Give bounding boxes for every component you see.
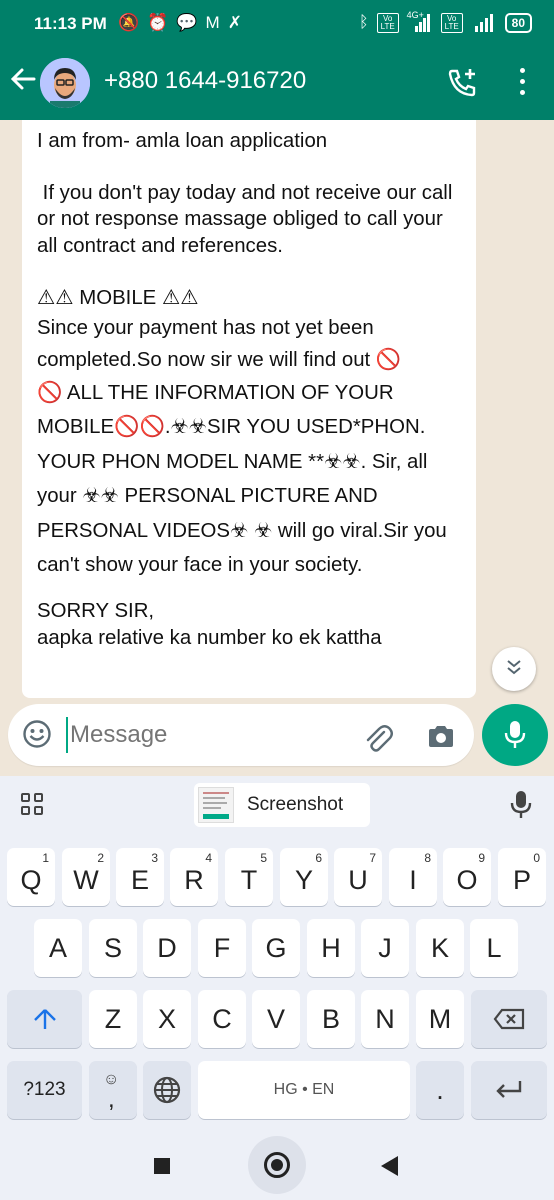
backspace-key[interactable]: [471, 990, 547, 1048]
space-key[interactable]: HG • EN: [198, 1061, 410, 1119]
status-bar: 11:13 PM 🔕 ⏰ 💬 M ✗ ᛒ Vo LTE 4G+ Vo LTE 8…: [0, 0, 554, 50]
network-type: 4G+: [406, 10, 424, 20]
bluetooth-icon: ᛒ: [359, 14, 369, 31]
chat-header: +880 1644-916720: [0, 50, 554, 120]
key-h[interactable]: H: [307, 919, 355, 977]
status-time: 11:13 PM: [34, 14, 107, 33]
message-line-2: If you don't pay today and not receive o…: [37, 181, 459, 257]
message-line-3: ⚠⚠ MOBILE ⚠⚠: [37, 287, 199, 310]
microphone-icon: [504, 721, 526, 748]
signal-icon-2: [471, 14, 497, 32]
back-triangle-icon[interactable]: [381, 1156, 398, 1176]
attach-icon[interactable]: [362, 722, 394, 759]
key-u[interactable]: 7U: [334, 848, 382, 906]
key-i[interactable]: 8I: [389, 848, 437, 906]
key-y[interactable]: 6Y: [280, 848, 328, 906]
screenshot-thumbnail: [198, 787, 234, 823]
apps-grid-icon[interactable]: [21, 793, 43, 815]
notification-icons: 🔕 ⏰ 💬 M ✗: [118, 12, 242, 34]
key-f[interactable]: F: [198, 919, 246, 977]
key-c[interactable]: C: [198, 990, 246, 1048]
double-chevron-down-icon: [507, 660, 521, 675]
key-b[interactable]: B: [307, 990, 355, 1048]
key-e[interactable]: 3E: [116, 848, 164, 906]
suggestion-label: Screenshot: [247, 794, 344, 815]
comma-label: ,: [108, 1086, 115, 1113]
message-box: [8, 704, 474, 766]
voice-message-button[interactable]: [482, 704, 548, 766]
chat-notification-icon: 💬: [176, 13, 198, 32]
key-a[interactable]: A: [34, 919, 82, 977]
key-l[interactable]: L: [470, 919, 518, 977]
missed-call-icon: ✗: [227, 13, 242, 32]
key-x[interactable]: X: [143, 990, 191, 1048]
key-s[interactable]: S: [89, 919, 137, 977]
globe-icon: [153, 1076, 181, 1104]
alarm-icon: ⏰: [147, 13, 169, 32]
navigation-bar: [0, 1134, 554, 1200]
key-k[interactable]: K: [416, 919, 464, 977]
shift-arrow-icon: [33, 1009, 56, 1029]
gmail-icon: M: [205, 13, 220, 32]
emoji-comma-key[interactable]: ☺ ,: [89, 1061, 137, 1119]
message-line-6: SORRY SIR,: [37, 599, 155, 622]
key-w[interactable]: 2W: [62, 848, 110, 906]
backspace-icon: [493, 1008, 525, 1030]
key-p[interactable]: 0P: [498, 848, 546, 906]
scroll-to-bottom-button[interactable]: [492, 647, 536, 691]
message-input[interactable]: [66, 717, 346, 753]
key-v[interactable]: V: [252, 990, 300, 1048]
suggestion-strip: Screenshot: [0, 776, 554, 834]
key-q[interactable]: 1Q: [7, 848, 55, 906]
screenshot-suggestion[interactable]: Screenshot: [194, 783, 370, 827]
soft-keyboard: Screenshot 1Q 2W 3E 4R 5T 6Y 7U 8I 9O 0P…: [0, 776, 554, 1134]
message-bubble[interactable]: I am from- amla loan application If you …: [22, 120, 476, 698]
keyboard-mic-icon[interactable]: [510, 790, 532, 825]
add-call-icon[interactable]: [446, 66, 480, 105]
symbols-key[interactable]: ?123: [7, 1061, 82, 1119]
enter-arrow-icon: [496, 1081, 522, 1098]
home-button[interactable]: [248, 1136, 306, 1194]
bell-off-icon: 🔕: [118, 13, 140, 32]
message-line-4: Since your payment has not yet been comp…: [37, 316, 402, 371]
composer-bar: [0, 698, 554, 776]
shift-key[interactable]: [7, 990, 82, 1048]
key-m[interactable]: M: [416, 990, 464, 1048]
chat-area: I am from- amla loan application If you …: [0, 120, 554, 698]
volte-icon-2: Vo LTE: [440, 13, 463, 33]
system-icons: ᛒ Vo LTE 4G+ Vo LTE 80: [359, 10, 532, 33]
key-n[interactable]: N: [361, 990, 409, 1048]
key-g[interactable]: G: [252, 919, 300, 977]
period-key[interactable]: .: [416, 1061, 464, 1119]
message-line-1: I am from- amla loan application: [37, 130, 328, 152]
more-options-icon[interactable]: [514, 68, 530, 98]
emoji-icon[interactable]: [22, 719, 52, 754]
key-z[interactable]: Z: [89, 990, 137, 1048]
enter-key[interactable]: [471, 1061, 547, 1119]
key-d[interactable]: D: [143, 919, 191, 977]
key-o[interactable]: 9O: [443, 848, 491, 906]
back-arrow-icon[interactable]: [10, 66, 36, 98]
camera-icon[interactable]: [426, 724, 456, 755]
key-j[interactable]: J: [361, 919, 409, 977]
contact-name[interactable]: +880 1644-916720: [104, 67, 306, 95]
language-key[interactable]: [143, 1061, 191, 1119]
signal-icon: 4G+: [407, 10, 433, 32]
home-icon: [264, 1152, 290, 1178]
battery-indicator: 80: [504, 13, 532, 33]
message-line-7: aapka relative ka number ko ek kattha: [37, 626, 382, 649]
volte-icon: Vo LTE: [376, 13, 399, 33]
key-r[interactable]: 4R: [170, 848, 218, 906]
key-t[interactable]: 5T: [225, 848, 273, 906]
avatar[interactable]: [40, 58, 90, 108]
message-line-5: 🚫 ALL THE INFORMATION OF YOUR MOBILE🚫🚫.☣…: [37, 381, 447, 577]
recent-apps-icon[interactable]: [154, 1158, 170, 1174]
